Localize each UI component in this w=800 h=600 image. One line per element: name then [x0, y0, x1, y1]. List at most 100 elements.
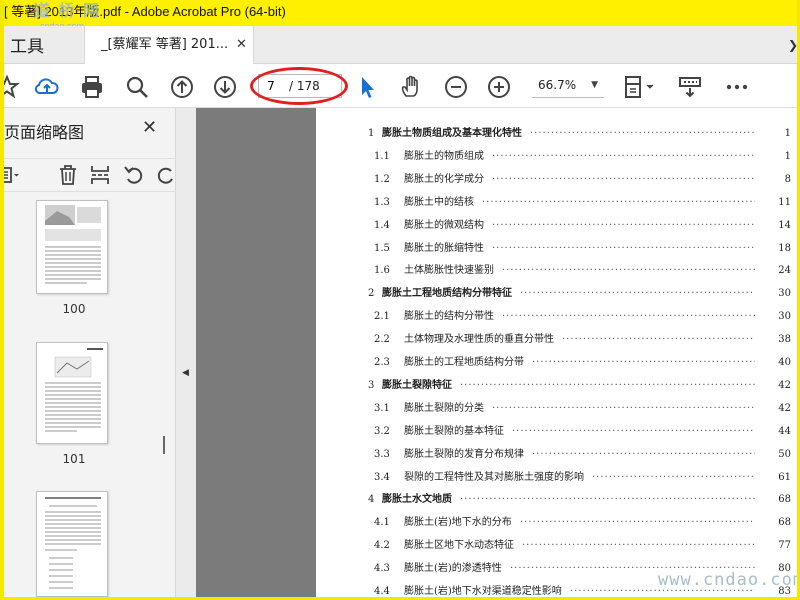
toc-entry[interactable]: 2.1 膨胀土的结构分带性 ····························… — [316, 307, 791, 327]
toc-entry-number: 3.2 — [374, 425, 390, 437]
page-thumbnails-panel: 页面缩略图 ✕ 100 101 — [4, 108, 176, 597]
toc-dot-leader: ········································… — [502, 265, 755, 277]
options-menu-icon[interactable] — [4, 163, 20, 187]
toc-entry[interactable]: 3 膨胀土裂隙特征 ································… — [316, 376, 791, 396]
rotate-clockwise-icon[interactable] — [154, 163, 178, 187]
toc-dot-leader: ········································… — [530, 128, 755, 139]
toc-entry[interactable]: 2 膨胀土工程地质结构分带特征 ··························… — [316, 284, 791, 304]
collapse-left-icon[interactable]: ◀ — [182, 368, 189, 378]
zoom-in-icon[interactable] — [486, 74, 512, 100]
toc-entry-title: 土体膨胀性快速鉴别 — [404, 265, 494, 277]
toc-entry-page: 24 — [778, 265, 791, 277]
toc-entry-page: 18 — [778, 242, 791, 254]
star-icon[interactable] — [4, 74, 20, 100]
toc-entry-number: 3 — [368, 379, 375, 391]
hand-tool-icon[interactable] — [398, 74, 424, 100]
tab-tools[interactable]: 工具 — [10, 32, 44, 57]
toc-entry-title: 膨胀土(岩)的渗透特性 — [404, 563, 502, 575]
next-page-icon[interactable] — [212, 74, 238, 100]
zoom-out-icon[interactable] — [443, 74, 469, 100]
toc-entry[interactable]: 1.4 膨胀土的微观结构 ·····························… — [316, 216, 791, 236]
toc-entry-title: 膨胀土的胀缩特性 — [404, 242, 484, 254]
toc-entry-number: 4 — [368, 494, 375, 506]
page-thumbnail[interactable] — [36, 200, 108, 294]
toc-entry-title: 膨胀土裂隙的分类 — [404, 402, 484, 414]
select-arrow-icon[interactable] — [354, 74, 380, 100]
toc-dot-leader: ········································… — [522, 540, 755, 552]
title-bar: [ 等著] 2013年版.pdf - Adobe Acrobat Pro (64… — [4, 0, 797, 31]
toc-dot-leader: ········································… — [492, 219, 755, 231]
toc-entry[interactable]: 4.1 膨胀土(岩)地下水的分布 ·························… — [316, 513, 791, 533]
toc-entry[interactable]: 2.3 膨胀土的工程地质结构分带 ·························… — [316, 353, 791, 373]
toc-entry-page: 44 — [778, 425, 791, 437]
chevron-down-icon: ▼ — [591, 80, 598, 90]
toc-entry-title: 膨胀土水文地质 — [382, 494, 452, 506]
toc-entry-page: 30 — [778, 288, 791, 300]
toc-entry[interactable]: 3.1 膨胀土裂隙的分类 ·····························… — [316, 399, 791, 419]
zoom-dropdown[interactable]: 66.7% ▼ — [532, 74, 604, 98]
toc-entry-page: 1 — [784, 150, 791, 162]
toc-entry-title: 膨胀土中的结核 — [404, 196, 474, 208]
toc-entry[interactable]: 2.2 土体物理及水理性质的垂直分带性 ······················… — [316, 330, 791, 350]
toc-entry[interactable]: 3.4 裂隙的工程特性及其对膨胀土强度的影响 ···················… — [316, 468, 791, 488]
more-options-icon[interactable] — [724, 74, 750, 100]
toc-entry-number: 1.5 — [374, 242, 390, 254]
toc-entry-number: 1.3 — [374, 196, 390, 208]
scrollbar-thumb[interactable] — [163, 436, 165, 454]
delete-icon[interactable] — [56, 163, 80, 187]
toc-entry[interactable]: 1.2 膨胀土的化学成分 ·····························… — [316, 170, 791, 190]
toc-entry-number: 2.1 — [374, 311, 390, 323]
page-thumbnail[interactable] — [36, 491, 108, 597]
close-tab-icon[interactable]: ✕ — [236, 37, 247, 52]
toc-entry-title: 土体物理及水理性质的垂直分带性 — [404, 334, 554, 346]
panel-collapse-strip[interactable]: ◀ — [176, 108, 196, 597]
toc-entry[interactable]: 3.3 膨胀土裂隙的发育分布规律 ·························… — [316, 445, 791, 465]
read-mode-icon[interactable] — [677, 74, 703, 100]
toc-entry[interactable]: 1.3 膨胀土中的结核 ······························… — [316, 193, 791, 213]
toc-entry[interactable]: 1.5 膨胀土的胀缩特性 ·····························… — [316, 239, 791, 259]
print-icon[interactable] — [79, 74, 105, 100]
toc-dot-leader: ········································… — [492, 173, 755, 185]
toc-entry-title: 膨胀土裂隙的发育分布规律 — [404, 448, 524, 460]
red-annotation-ellipse — [250, 67, 348, 105]
toc-entry-page: 30 — [778, 311, 791, 323]
document-page: 1 膨胀土物质组成及基本理化特性 ·························… — [316, 108, 797, 597]
thumbnails-scrollbar[interactable] — [160, 208, 168, 597]
toc-entry-page: 68 — [778, 494, 791, 506]
document-area: 1 膨胀土物质组成及基本理化特性 ·························… — [196, 108, 797, 597]
toc-dot-leader: ········································… — [520, 517, 755, 529]
toc-entry[interactable]: 1 膨胀土物质组成及基本理化特性 ·························… — [316, 124, 791, 144]
previous-page-icon[interactable] — [169, 74, 195, 100]
toc-dot-leader: ········································… — [492, 402, 755, 414]
toc-entry-title: 裂隙的工程特性及其对膨胀土强度的影响 — [404, 471, 584, 483]
tab-bar: 工具 _[蔡耀军 等著] 201... ✕ ❯ — [4, 26, 797, 64]
toc-entry-title: 膨胀土的化学成分 — [404, 173, 484, 185]
toc-entry[interactable]: 4.2 膨胀土区地下水动态特征 ··························… — [316, 536, 791, 556]
toc-entry[interactable]: 1.6 土体膨胀性快速鉴别 ····························… — [316, 261, 791, 281]
close-panel-icon[interactable]: ✕ — [142, 117, 157, 138]
toc-entry[interactable]: 4 膨胀土水文地质 ································… — [316, 490, 791, 510]
toc-entry-number: 4.4 — [374, 586, 390, 597]
toc-dot-leader: ········································… — [592, 471, 755, 483]
insert-page-icon[interactable] — [88, 163, 112, 187]
toc-entry-title: 膨胀土的微观结构 — [404, 219, 484, 231]
toc-entry-title: 膨胀土(岩)地下水对渠道稳定性影响 — [404, 586, 562, 597]
page-thumbnail[interactable] — [36, 342, 108, 444]
toc-dot-leader: ········································… — [492, 150, 755, 162]
toc-entry[interactable]: 3.2 膨胀土裂隙的基本特征 ···························… — [316, 422, 791, 442]
page-display-icon[interactable] — [622, 74, 658, 100]
acrobat-window: [ 等著] 2013年版.pdf - Adobe Acrobat Pro (64… — [4, 0, 797, 597]
tab-scroll-right-icon[interactable]: ❯ — [788, 38, 797, 52]
rotate-counterclockwise-icon[interactable] — [122, 163, 146, 187]
toc-entry-number: 1.4 — [374, 219, 390, 231]
upload-cloud-icon[interactable] — [34, 74, 60, 100]
toc-entry-page: 14 — [778, 219, 791, 231]
tab-document[interactable]: _[蔡耀军 等著] 201... — [84, 26, 254, 64]
toc-dot-leader: ········································… — [460, 379, 755, 391]
toc-entry-number: 4.3 — [374, 563, 390, 575]
toc-entry-page: 38 — [778, 334, 791, 346]
search-icon[interactable] — [124, 74, 150, 100]
toc-entry-title: 膨胀土的工程地质结构分带 — [404, 357, 524, 368]
toc-entry[interactable]: 1.1 膨胀土的物质组成 ·····························… — [316, 147, 791, 167]
toc-dot-leader: ········································… — [520, 288, 755, 300]
